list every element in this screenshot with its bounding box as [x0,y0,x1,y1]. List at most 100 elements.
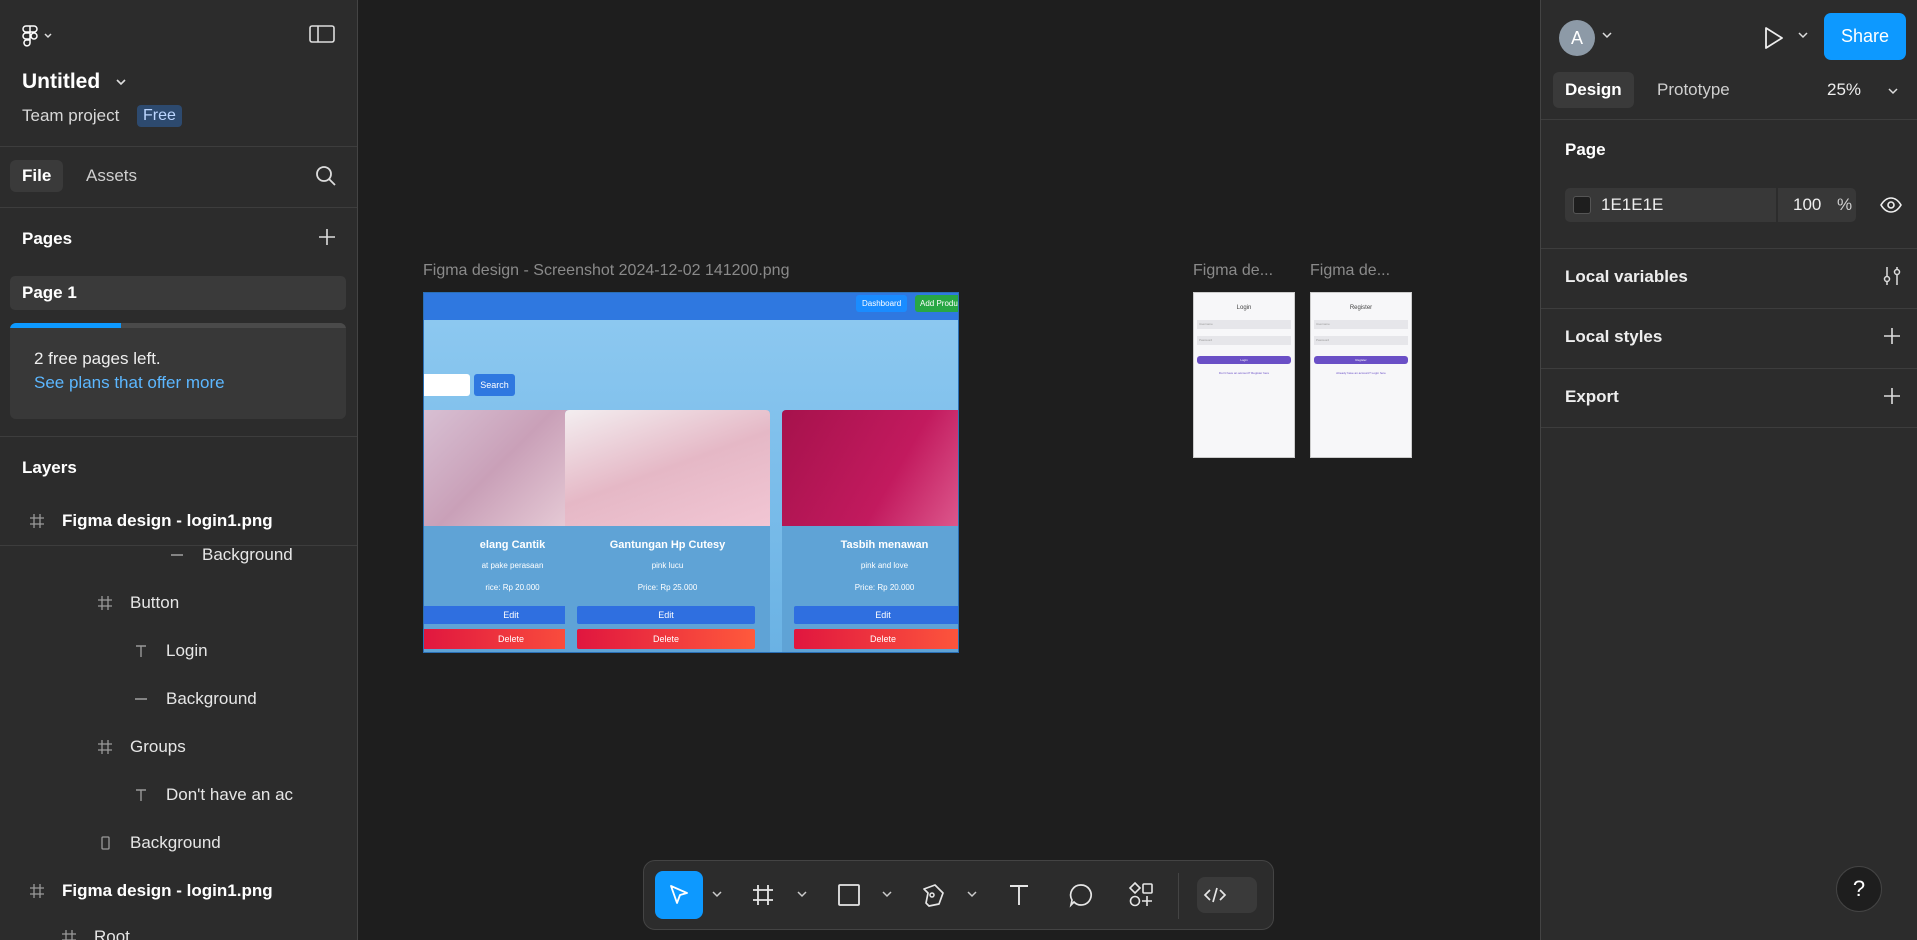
chevron-down-icon[interactable] [881,889,893,899]
line-icon [130,688,152,710]
frame-label[interactable]: Figma design - Screenshot 2024-12-02 141… [423,262,789,280]
color-swatch[interactable] [1573,196,1591,214]
preview-username-field: Username [1197,320,1291,329]
product-image [565,410,770,526]
frame-tool-button[interactable] [739,871,787,919]
tab-design[interactable]: Design [1553,72,1634,108]
frame-icon [753,885,773,905]
preview-register-link: Don't have an account? Register here [1218,371,1270,375]
upsell-link[interactable]: See plans that offer more [34,373,225,393]
plus-icon [319,229,335,245]
right-tabs: Design Prototype 25% [1541,68,1917,120]
page-item[interactable]: Page 1 [10,276,346,310]
preview-add-button: Add Product [915,295,958,312]
frame-icon [94,592,116,614]
card-subtitle: pink lucu [651,561,684,570]
actions-tool-button[interactable] [1117,871,1165,919]
layer-item[interactable]: Figma design - login1.png [26,506,273,536]
search-button[interactable] [314,164,340,190]
layer-label: Button [130,593,180,612]
text-tool-button[interactable] [995,871,1043,919]
file-header: Untitled Team project Free [0,0,357,147]
layer-item[interactable]: Root [58,922,130,940]
layers-heading: Layers [22,458,77,477]
canvas[interactable]: Figma design - Screenshot 2024-12-02 141… [359,0,1540,940]
upsell-text: 2 free pages left. [34,349,161,368]
help-button[interactable]: ? [1836,866,1882,912]
page-fill-field[interactable]: 1E1E1E 100 % [1565,188,1856,222]
layer-label: Don't have an ac [166,785,294,804]
frame-login[interactable]: Login Username Password Login Don't have… [1193,292,1295,458]
add-page-button[interactable] [316,226,338,248]
layer-item[interactable]: Figma design - login1.png [26,876,273,906]
tab-file[interactable]: File [10,160,64,192]
main-menu-button[interactable] [22,22,66,50]
comment-icon [1069,884,1092,908]
card-price: Price: Rp 25.000 [637,583,698,592]
chevron-down-icon[interactable] [1797,30,1809,40]
card-title: Tasbih menawan [840,539,929,551]
chevron-down-icon [44,33,52,39]
chevron-down-icon[interactable] [1601,30,1613,40]
frame-main[interactable]: Dashboard Add Product Search elang Canti… [423,292,959,653]
layer-item[interactable]: Login [130,636,208,666]
shape-tool-button[interactable] [825,871,873,919]
frame-label[interactable]: Figma de... [1310,262,1390,280]
layer-item[interactable]: Button [94,588,179,618]
frame-icon [58,926,80,940]
preview-password-field: Password [1314,336,1408,345]
section-label: Local variables [1565,267,1688,286]
share-button[interactable]: Share [1824,13,1906,60]
product-image [782,410,958,526]
avatar[interactable]: A [1559,20,1595,56]
move-tool-button[interactable] [655,871,703,919]
chevron-down-icon[interactable] [796,889,808,899]
layer-item[interactable]: Background [94,828,221,858]
comment-tool-button[interactable] [1057,871,1105,919]
chevron-down-icon[interactable] [966,889,978,899]
rectangle-icon [838,884,860,906]
visibility-toggle[interactable] [1879,195,1903,215]
dev-mode-toggle[interactable] [1197,877,1257,913]
layer-label: Login [166,641,208,660]
tab-assets[interactable]: Assets [86,160,137,192]
sidebar-icon [309,25,335,43]
layer-item[interactable]: Background [130,684,257,714]
variables-button[interactable] [1881,265,1903,287]
local-variables-section[interactable]: Local variables [1541,248,1917,308]
page-color-value[interactable]: 1E1E1E [1601,188,1663,222]
zoom-level[interactable]: 25% [1827,72,1861,108]
add-export-button[interactable] [1881,385,1903,407]
pen-tool-button[interactable] [909,871,957,919]
add-style-button[interactable] [1881,325,1903,347]
layer-label: Groups [130,737,186,756]
sliders-icon [1883,267,1901,285]
line-icon [166,544,188,566]
export-section[interactable]: Export [1541,368,1917,428]
plus-icon [1884,328,1900,344]
play-icon [1765,27,1783,49]
layer-item[interactable]: Background [166,540,293,570]
sidebar-toggle-button[interactable] [309,24,337,48]
present-button[interactable] [1759,24,1789,52]
rectangle-icon [94,832,116,854]
team-name[interactable]: Team project [22,106,119,126]
text-icon [130,784,152,806]
dev-mode-icon [1203,887,1227,903]
page-opacity-value[interactable]: 100 [1793,188,1821,222]
layer-item[interactable]: Don't have an ac [130,780,293,810]
frame-label[interactable]: Figma de... [1193,262,1273,280]
tab-prototype[interactable]: Prototype [1657,72,1730,108]
layer-item[interactable]: Groups [94,732,186,762]
local-styles-section[interactable]: Local styles [1541,308,1917,368]
chevron-down-icon[interactable] [1887,86,1899,96]
preview-username-field: Username [1314,320,1408,329]
divider [0,436,357,437]
chevron-down-icon[interactable] [115,77,127,87]
preview-login-title: Login [1236,305,1252,311]
divider [1178,873,1179,919]
divider [1776,188,1778,222]
file-title[interactable]: Untitled [22,70,100,94]
frame-register[interactable]: Register Username Password Register Alre… [1310,292,1412,458]
chevron-down-icon[interactable] [711,889,723,899]
